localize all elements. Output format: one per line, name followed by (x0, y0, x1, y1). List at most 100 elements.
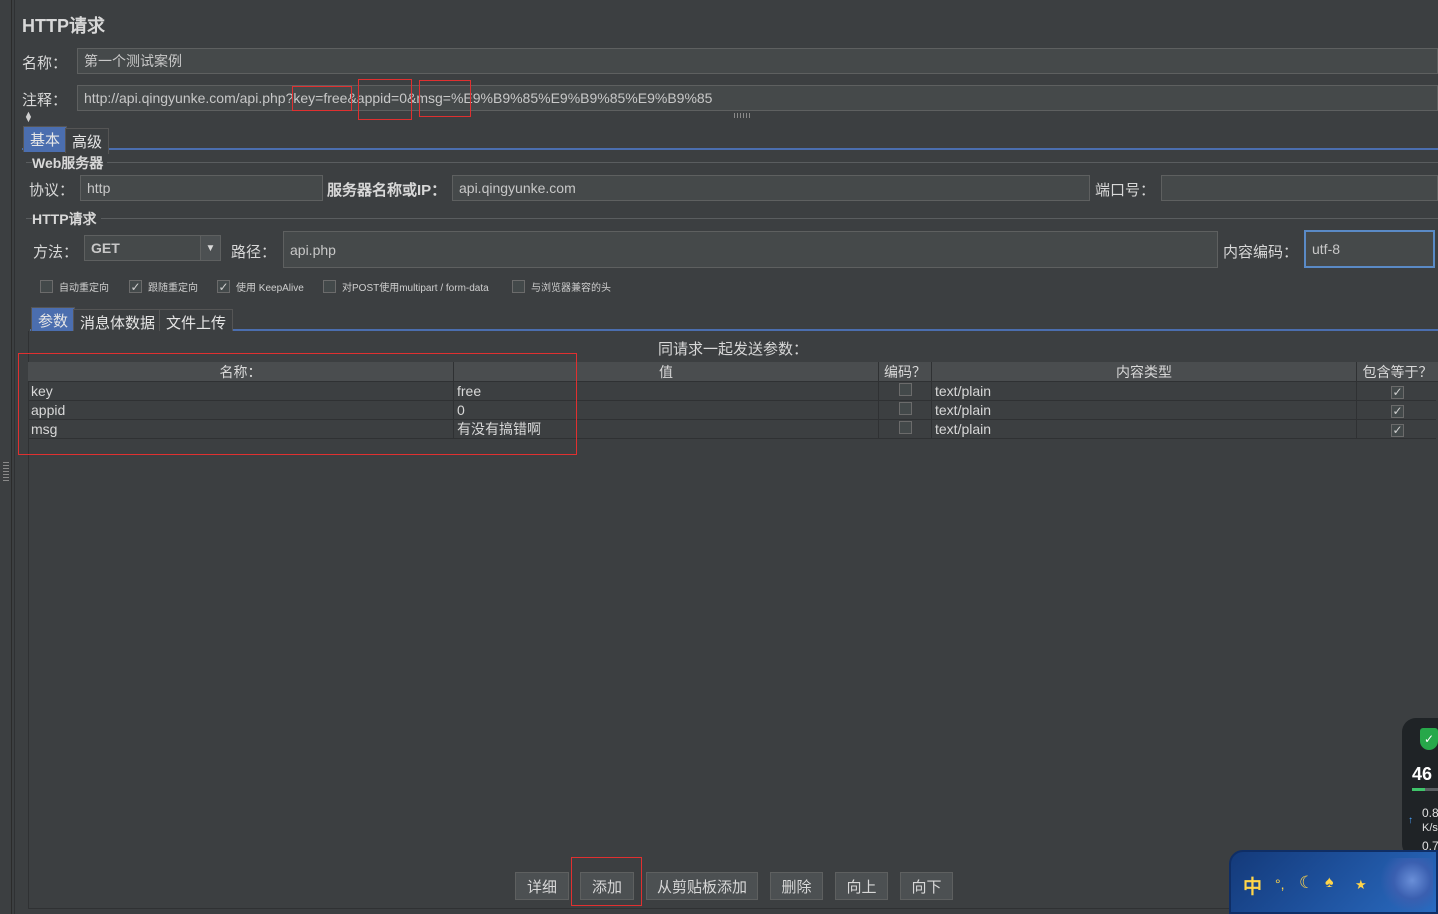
left-splitter[interactable] (0, 0, 12, 914)
cell-content-type[interactable]: text/plain (932, 420, 1357, 439)
method-select[interactable]: GET ▼ (84, 235, 221, 261)
cell-name[interactable]: msg (28, 420, 454, 439)
add-button[interactable]: 添加 (580, 872, 634, 900)
option-auto-redirect[interactable]: 自动重定向 (40, 279, 109, 294)
cell-include-equals[interactable]: ✓ (1357, 401, 1438, 420)
path-label: 路径： (231, 244, 277, 261)
collapse-arrows-icon[interactable]: ▲ ▼ (24, 110, 33, 124)
comment-field-value: http://api.qingyunke.com/api.php?key=fre… (84, 90, 713, 106)
option-multipart-label: 对POST使用multipart / form-data (342, 283, 489, 294)
checkbox-include-equals[interactable]: ✓ (1391, 423, 1404, 437)
cell-encode[interactable] (879, 401, 932, 420)
option-follow-redirect-label: 跟随重定向 (148, 283, 198, 294)
checkbox-follow-redirect[interactable]: ✓ (129, 280, 142, 293)
column-header-name[interactable]: 名称： (28, 362, 454, 382)
tab-parameters[interactable]: 参数 (31, 307, 76, 333)
checkbox-encode[interactable] (898, 402, 912, 415)
ime-language-label[interactable]: 中 (1243, 872, 1262, 899)
cell-value[interactable]: 0 (454, 401, 879, 420)
ime-punctuation-icon[interactable]: °, (1275, 876, 1285, 892)
cell-content-type[interactable]: text/plain (932, 382, 1357, 401)
cell-value[interactable]: free (454, 382, 879, 401)
server-label: 服务器名称或IP： (327, 182, 447, 199)
checkbox-include-equals[interactable]: ✓ (1391, 404, 1404, 418)
column-header-content-type[interactable]: 内容类型 (932, 362, 1357, 382)
upload-arrow-icon: ↑ (1408, 815, 1413, 826)
cell-name[interactable]: key (28, 382, 454, 401)
http-request-group-border (26, 218, 1438, 219)
option-keepalive[interactable]: ✓ 使用 KeepAlive (217, 279, 304, 294)
table-row[interactable]: key free text/plain ✓ (28, 382, 1436, 401)
widget-number: 46 (1412, 764, 1433, 784)
speed-top: 0.8 (1422, 806, 1438, 820)
path-field[interactable]: api.php (283, 231, 1218, 268)
path-field-value: api.php (290, 241, 336, 258)
server-field-value: api.qingyunke.com (459, 180, 576, 196)
column-header-encode[interactable]: 编码？ (879, 362, 932, 382)
cell-include-equals[interactable]: ✓ (1357, 420, 1438, 439)
cell-encode[interactable] (879, 382, 932, 401)
cell-encode[interactable] (879, 420, 932, 439)
tab-basic[interactable]: 基本 (23, 126, 68, 152)
comment-field[interactable]: http://api.qingyunke.com/api.php?key=fre… (77, 85, 1438, 111)
table-row[interactable]: msg 有没有搞错啊 text/plain ✓ (28, 420, 1436, 439)
http-request-section-title: HTTP请求 (32, 209, 101, 229)
method-label: 方法： (33, 244, 79, 261)
add-from-clipboard-button[interactable]: 从剪贴板添加 (646, 872, 758, 900)
speed-unit: K/s (1422, 822, 1438, 834)
tabs-underline (22, 148, 1438, 150)
star-icon[interactable]: ★ (1355, 877, 1367, 893)
option-browser-headers[interactable]: 与浏览器兼容的头 (512, 279, 611, 294)
method-select-value: GET (91, 240, 120, 256)
move-up-button[interactable]: 向上 (835, 872, 888, 900)
shirt-icon[interactable]: ♠ (1325, 874, 1334, 892)
tab-advanced[interactable]: 高级 (65, 128, 110, 154)
web-server-section-title: Web服务器 (32, 153, 108, 173)
ime-toolbar[interactable]: 中 °, ☾ ♠ ★ (1229, 850, 1438, 914)
checkbox-include-equals[interactable]: ✓ (1391, 385, 1404, 399)
resize-handle-icon[interactable] (734, 113, 752, 118)
widget-meter (1412, 788, 1438, 791)
net-speed-widget[interactable]: ✓ 46 ↑ 0.8 K/s 0.7 (1402, 718, 1438, 858)
option-keepalive-label: 使用 KeepAlive (236, 283, 304, 294)
params-title: 同请求一起发送参数： (657, 341, 808, 358)
option-multipart[interactable]: 对POST使用multipart / form-data (323, 279, 489, 294)
cell-content-type[interactable]: text/plain (932, 401, 1357, 420)
column-header-value[interactable]: 值 (454, 362, 879, 382)
params-table-header: 名称： 值 编码？ 内容类型 包含等于？ (28, 362, 1438, 382)
table-row[interactable]: appid 0 text/plain ✓ (28, 401, 1436, 420)
name-field[interactable]: 第一个测试案例 (77, 48, 1438, 74)
delete-button[interactable]: 删除 (770, 872, 823, 900)
protocol-field[interactable]: http (80, 175, 323, 201)
detail-button[interactable]: 详细 (515, 872, 569, 900)
checkbox-keepalive[interactable]: ✓ (217, 280, 230, 293)
option-auto-redirect-label: 自动重定向 (59, 283, 109, 294)
chevron-down-icon[interactable]: ▼ (200, 236, 220, 260)
checkbox-encode[interactable] (898, 383, 912, 396)
cell-include-equals[interactable]: ✓ (1357, 382, 1438, 401)
checkbox-encode[interactable] (898, 421, 912, 434)
name-label: 名称： (22, 55, 68, 72)
encoding-field[interactable]: utf-8 (1304, 230, 1435, 268)
page-title: HTTP请求 (22, 16, 105, 36)
move-down-button[interactable]: 向下 (900, 872, 953, 900)
column-header-include-equals[interactable]: 包含等于？ (1357, 362, 1438, 382)
cell-name[interactable]: appid (28, 401, 454, 420)
name-field-value: 第一个测试案例 (84, 53, 182, 69)
checkbox-multipart[interactable] (323, 280, 336, 293)
checkbox-auto-redirect[interactable] (40, 280, 53, 293)
option-browser-headers-label: 与浏览器兼容的头 (531, 283, 611, 294)
protocol-field-value: http (87, 180, 111, 196)
protocol-label: 协议： (29, 182, 75, 199)
moon-icon[interactable]: ☾ (1299, 873, 1314, 893)
option-follow-redirect[interactable]: ✓ 跟随重定向 (129, 279, 198, 294)
params-table-body: key free text/plain ✓ appid 0 text/plain… (28, 382, 1438, 442)
server-field[interactable]: api.qingyunke.com (452, 175, 1090, 201)
encoding-label: 内容编码： (1223, 244, 1299, 261)
splitter-grip-icon[interactable] (3, 462, 9, 482)
cell-value[interactable]: 有没有搞错啊 (454, 420, 879, 439)
port-field[interactable] (1161, 175, 1438, 201)
checkbox-browser-headers[interactable] (512, 280, 525, 293)
port-label: 端口号： (1095, 182, 1156, 199)
web-server-group-border (26, 162, 1438, 163)
